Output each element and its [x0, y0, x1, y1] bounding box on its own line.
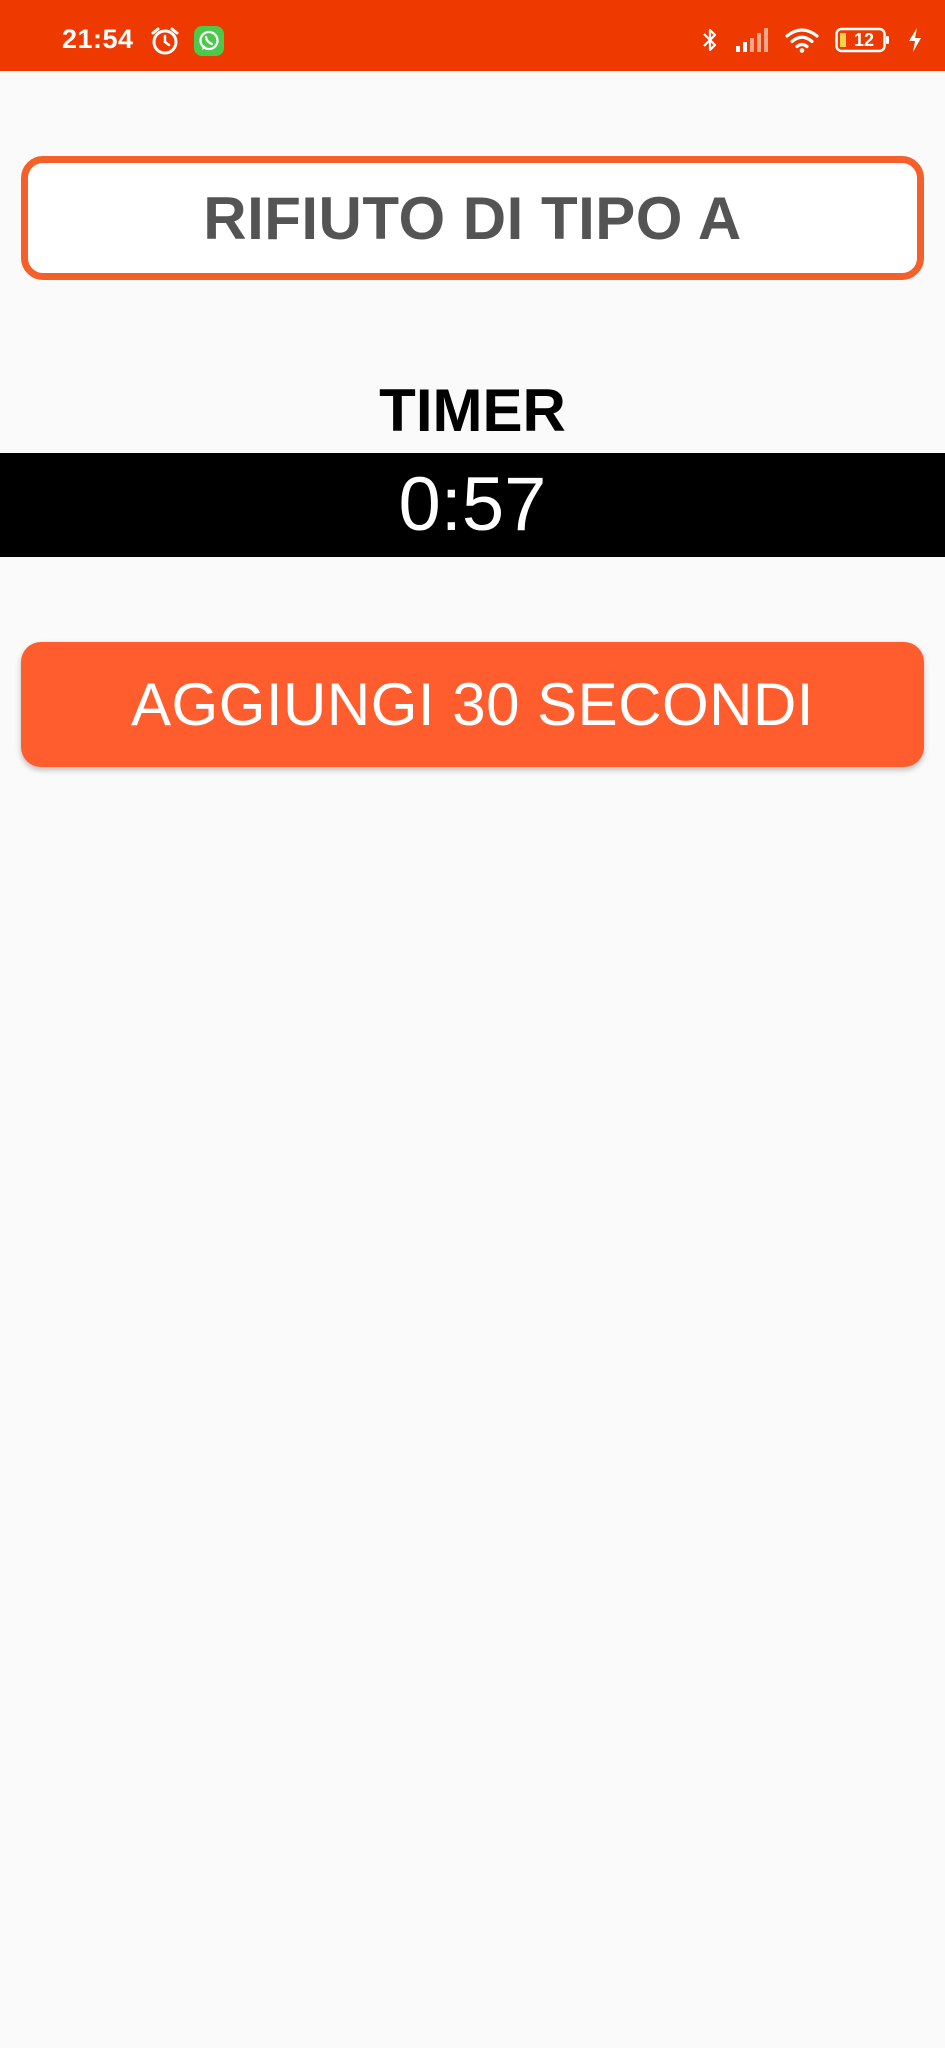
signal-icon [735, 27, 769, 53]
status-bar: 21:54 12 [0, 0, 945, 71]
battery-level: 12 [853, 30, 875, 50]
status-time: 21:54 [62, 24, 134, 54]
waste-type-card: RIFIUTO DI TIPO A [21, 156, 924, 280]
timer-value: 0:57 [398, 462, 547, 547]
timer-label: TIMER [379, 377, 566, 444]
wifi-icon [785, 27, 819, 53]
add-30-seconds-button[interactable]: AGGIUNGI 30 SECONDI [21, 642, 924, 767]
status-right-icons: 12 [701, 25, 923, 55]
waste-type-title: RIFIUTO DI TIPO A [203, 184, 742, 252]
alarm-icon [150, 26, 180, 56]
timer-display: 0:57 [0, 453, 945, 557]
status-left-icons [150, 26, 224, 56]
charging-icon [907, 27, 923, 53]
battery-icon: 12 [835, 27, 891, 53]
bluetooth-icon [701, 25, 719, 55]
whatsapp-icon [194, 26, 224, 56]
